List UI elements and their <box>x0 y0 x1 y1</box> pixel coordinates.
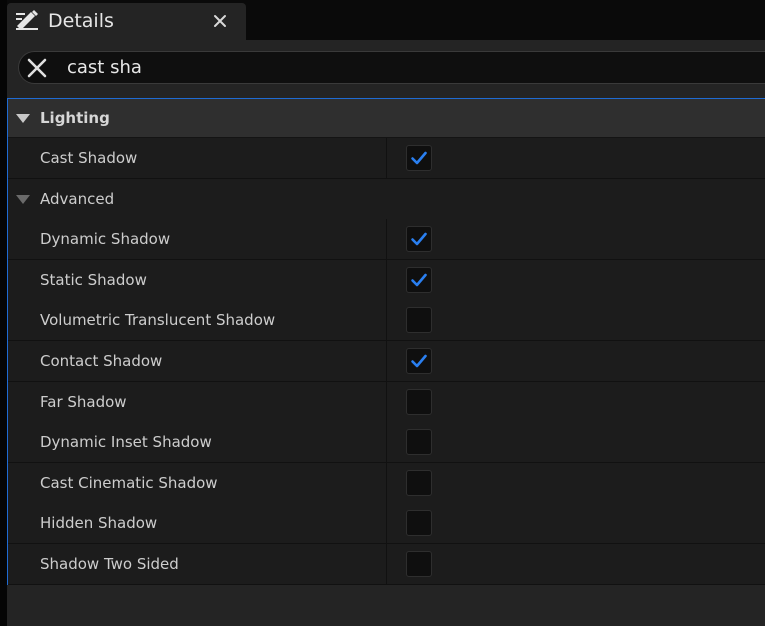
property-label: Far Shadow <box>40 393 127 411</box>
expand-arrow-icon[interactable] <box>16 114 30 123</box>
property-label: Dynamic Shadow <box>40 230 171 248</box>
checkbox-unchecked[interactable] <box>406 389 432 415</box>
subcategory-label: Advanced <box>40 190 115 208</box>
property-label: Hidden Shadow <box>40 514 158 532</box>
search-input[interactable] <box>67 54 667 81</box>
checkbox-checked[interactable] <box>406 267 432 293</box>
property-row: Static Shadow <box>8 260 765 301</box>
property-value-cell <box>387 300 765 340</box>
pencil-details-icon <box>14 9 40 33</box>
property-value-cell <box>387 463 765 503</box>
checkbox-unchecked[interactable] <box>406 307 432 333</box>
property-label: Shadow Two Sided <box>40 555 179 573</box>
search-box[interactable] <box>18 51 765 84</box>
details-panel-window: Details Lighting Cast Shadow Advanced Dyna… <box>0 0 765 626</box>
property-label: Cast Cinematic Shadow <box>40 474 218 492</box>
checkbox-unchecked[interactable] <box>406 551 432 577</box>
category-label: Lighting <box>40 109 110 127</box>
property-row: Cast Cinematic Shadow <box>8 463 765 504</box>
property-name-cell: Shadow Two Sided <box>8 544 387 584</box>
category-lighting[interactable]: Lighting <box>8 99 765 138</box>
property-label: Contact Shadow <box>40 352 163 370</box>
clear-x-icon[interactable] <box>26 57 48 79</box>
property-row: Far Shadow <box>8 382 765 423</box>
property-value-cell <box>387 544 765 584</box>
property-value-cell <box>387 341 765 381</box>
details-panel-body: Lighting Cast Shadow Advanced Dynamic Shad… <box>7 40 765 626</box>
checkbox-unchecked[interactable] <box>406 429 432 455</box>
property-name-cell: Static Shadow <box>8 260 387 300</box>
property-row: Cast Shadow <box>8 138 765 179</box>
checkmark-icon <box>411 354 427 368</box>
property-value-cell <box>387 503 765 543</box>
expand-arrow-icon[interactable] <box>16 195 30 204</box>
property-row: Dynamic Inset Shadow <box>8 422 765 463</box>
property-row: Volumetric Translucent Shadow <box>8 300 765 341</box>
checkbox-unchecked[interactable] <box>406 470 432 496</box>
property-row: Contact Shadow <box>8 341 765 382</box>
tab-title: Details <box>48 10 114 32</box>
property-value-cell <box>387 422 765 462</box>
property-value-cell <box>387 219 765 259</box>
property-value-cell <box>387 138 765 178</box>
property-row: Shadow Two Sided <box>8 544 765 585</box>
checkbox-checked[interactable] <box>406 226 432 252</box>
checkmark-icon <box>411 232 427 246</box>
property-row: Dynamic Shadow <box>8 219 765 260</box>
property-name-cell: Volumetric Translucent Shadow <box>8 300 387 340</box>
property-value-cell <box>387 382 765 422</box>
property-label: Volumetric Translucent Shadow <box>40 311 276 329</box>
property-name-cell: Dynamic Inset Shadow <box>8 422 387 462</box>
property-tree: Lighting Cast Shadow Advanced Dynamic Shad… <box>7 98 765 585</box>
property-label: Dynamic Inset Shadow <box>40 433 212 451</box>
details-tab[interactable]: Details <box>7 3 246 40</box>
close-icon[interactable] <box>210 11 230 31</box>
checkbox-checked[interactable] <box>406 145 432 171</box>
property-label: Static Shadow <box>40 271 147 289</box>
property-name-cell: Cast Shadow <box>8 138 387 178</box>
left-edge-strip <box>0 0 7 626</box>
checkmark-icon <box>411 273 427 287</box>
subcategory-advanced[interactable]: Advanced <box>8 179 765 220</box>
checkmark-icon <box>411 151 427 165</box>
property-name-cell: Far Shadow <box>8 382 387 422</box>
property-name-cell: Hidden Shadow <box>8 503 387 543</box>
checkbox-unchecked[interactable] <box>406 510 432 536</box>
property-label: Cast Shadow <box>40 149 138 167</box>
property-name-cell: Cast Cinematic Shadow <box>8 463 387 503</box>
property-name-cell: Contact Shadow <box>8 341 387 381</box>
checkbox-checked[interactable] <box>406 348 432 374</box>
property-row: Hidden Shadow <box>8 503 765 544</box>
property-name-cell: Dynamic Shadow <box>8 219 387 259</box>
property-value-cell <box>387 260 765 300</box>
